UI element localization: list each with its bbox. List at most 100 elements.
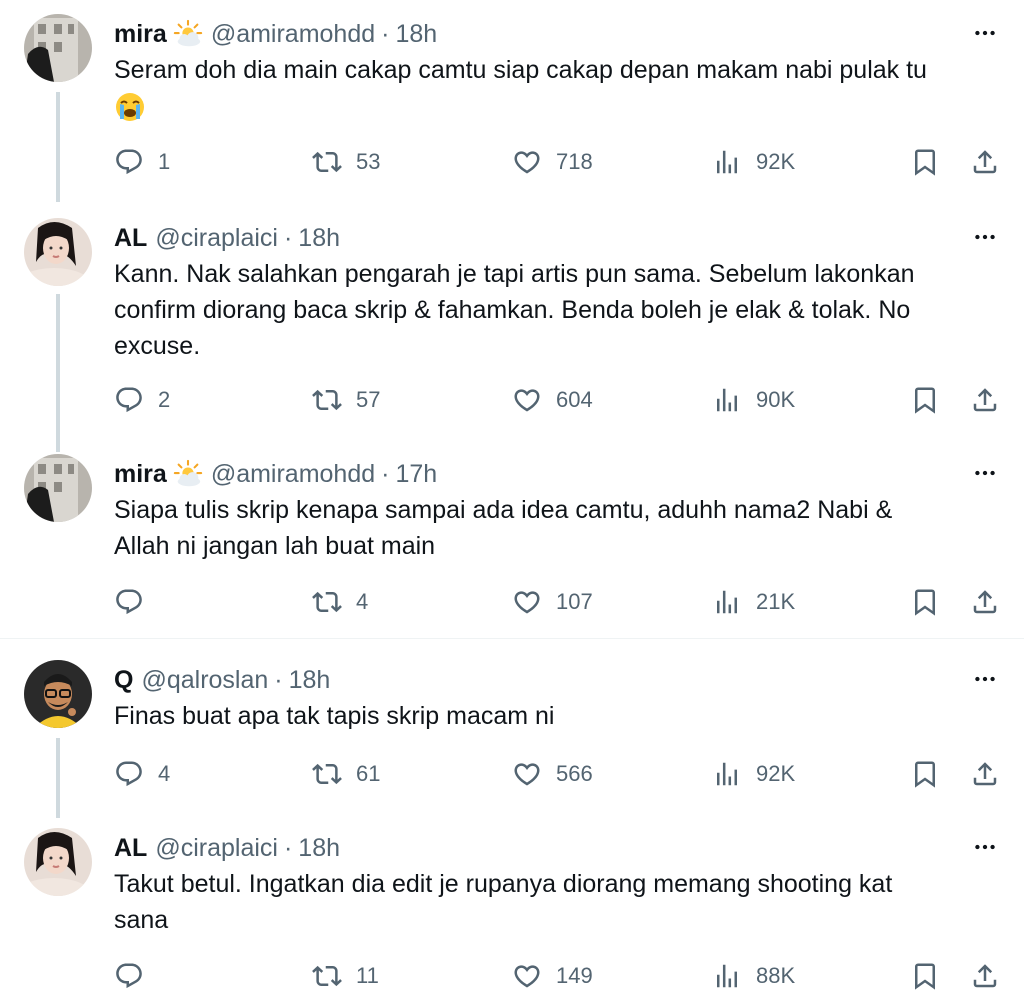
reply-icon bbox=[114, 587, 144, 617]
retweet-button[interactable]: 57 bbox=[312, 380, 380, 420]
views-icon bbox=[712, 759, 742, 789]
retweet-icon bbox=[312, 147, 342, 177]
retweet-count: 61 bbox=[356, 761, 381, 786]
retweet-count: 57 bbox=[356, 387, 381, 412]
views-count: 21K bbox=[756, 589, 796, 614]
tweet-text: Kann. Nak salahkan pengarah je tapi arti… bbox=[114, 256, 994, 364]
more-icon[interactable] bbox=[970, 664, 1000, 694]
display-name[interactable]: mira bbox=[114, 460, 167, 489]
user-handle[interactable]: @ciraplaici bbox=[155, 834, 278, 863]
bookmark-icon bbox=[910, 587, 940, 617]
reply-button[interactable] bbox=[114, 582, 158, 622]
reply-button[interactable]: 2 bbox=[114, 380, 170, 420]
like-button[interactable]: 718 bbox=[512, 142, 593, 182]
tweet-actions: 2 57 604 90K bbox=[114, 380, 1000, 420]
bookmark-button[interactable] bbox=[910, 380, 940, 420]
thread-line bbox=[56, 92, 60, 202]
reply-count: 1 bbox=[158, 149, 171, 174]
timestamp[interactable]: 18h bbox=[298, 224, 340, 253]
reply-button[interactable] bbox=[114, 956, 158, 996]
reply-button[interactable]: 1 bbox=[114, 142, 170, 182]
share-button[interactable] bbox=[970, 142, 1000, 182]
share-button[interactable] bbox=[970, 582, 1000, 622]
like-count: 604 bbox=[556, 387, 593, 412]
bookmark-icon bbox=[910, 385, 940, 415]
share-icon bbox=[970, 961, 1000, 991]
views-button[interactable]: 92K bbox=[712, 142, 795, 182]
tweet-actions: 11 149 88K bbox=[114, 956, 1000, 996]
separator-dot: · bbox=[381, 19, 390, 48]
like-count: 149 bbox=[556, 963, 593, 988]
retweet-icon bbox=[312, 385, 342, 415]
like-button[interactable]: 107 bbox=[512, 582, 593, 622]
display-name[interactable]: AL bbox=[114, 224, 147, 253]
bookmark-button[interactable] bbox=[910, 956, 940, 996]
share-button[interactable] bbox=[970, 380, 1000, 420]
display-name[interactable]: AL bbox=[114, 834, 147, 863]
bookmark-button[interactable] bbox=[910, 754, 940, 794]
user-handle[interactable]: @amiramohdd bbox=[211, 460, 375, 489]
tweet-text: Finas buat apa tak tapis skrip macam ni bbox=[114, 698, 994, 734]
reply-icon bbox=[114, 147, 144, 177]
retweet-button[interactable]: 61 bbox=[312, 754, 380, 794]
views-count: 92K bbox=[756, 761, 796, 786]
like-button[interactable]: 149 bbox=[512, 956, 593, 996]
views-button[interactable]: 88K bbox=[712, 956, 795, 996]
user-handle[interactable]: @ciraplaici bbox=[155, 224, 278, 253]
reply-icon bbox=[114, 385, 144, 415]
display-name[interactable]: Q bbox=[114, 666, 133, 695]
avatar[interactable] bbox=[24, 828, 92, 896]
reply-icon bbox=[114, 759, 144, 789]
avatar[interactable] bbox=[24, 14, 92, 82]
timestamp[interactable]: 18h bbox=[289, 666, 331, 695]
user-handle[interactable]: @amiramohdd bbox=[211, 20, 375, 49]
timestamp[interactable]: 18h bbox=[395, 20, 437, 49]
reply-count: 4 bbox=[158, 761, 171, 786]
retweet-button[interactable]: 53 bbox=[312, 142, 380, 182]
bookmark-button[interactable] bbox=[910, 582, 940, 622]
views-button[interactable]: 92K bbox=[712, 754, 795, 794]
views-button[interactable]: 21K bbox=[712, 582, 795, 622]
crying-face-icon bbox=[114, 91, 146, 123]
bookmark-button[interactable] bbox=[910, 142, 940, 182]
tweet-actions: 4 107 21K bbox=[114, 582, 1000, 622]
share-icon bbox=[970, 385, 1000, 415]
like-icon bbox=[512, 587, 542, 617]
tweet-header: Q @qalroslan · 18h bbox=[114, 660, 330, 700]
more-icon[interactable] bbox=[970, 458, 1000, 488]
views-icon bbox=[712, 385, 742, 415]
views-count: 92K bbox=[756, 149, 796, 174]
views-button[interactable]: 90K bbox=[712, 380, 795, 420]
more-icon[interactable] bbox=[970, 222, 1000, 252]
like-button[interactable]: 566 bbox=[512, 754, 593, 794]
display-name[interactable]: mira bbox=[114, 20, 167, 49]
reply-button[interactable]: 4 bbox=[114, 754, 170, 794]
avatar[interactable] bbox=[24, 218, 92, 286]
retweet-button[interactable]: 4 bbox=[312, 582, 368, 622]
share-icon bbox=[970, 759, 1000, 789]
retweet-button[interactable]: 11 bbox=[312, 956, 379, 996]
more-icon[interactable] bbox=[970, 18, 1000, 48]
timestamp[interactable]: 18h bbox=[298, 834, 340, 863]
sun-behind-cloud-icon bbox=[173, 19, 203, 49]
tweet-header: AL @ciraplaici · 18h bbox=[114, 218, 340, 258]
avatar[interactable] bbox=[24, 454, 92, 522]
like-count: 718 bbox=[556, 149, 593, 174]
share-button[interactable] bbox=[970, 956, 1000, 996]
share-button[interactable] bbox=[970, 754, 1000, 794]
thread-line bbox=[56, 294, 60, 452]
avatar[interactable] bbox=[24, 660, 92, 728]
like-button[interactable]: 604 bbox=[512, 380, 593, 420]
more-icon[interactable] bbox=[970, 832, 1000, 862]
tweet-header: mira @amiramohdd · 18h bbox=[114, 14, 437, 54]
tweet-text-content: Siapa tulis skrip kenapa sampai ada idea… bbox=[114, 496, 893, 560]
timestamp[interactable]: 17h bbox=[395, 460, 437, 489]
views-icon bbox=[712, 587, 742, 617]
tweet-actions: 4 61 566 92K bbox=[114, 754, 1000, 794]
user-handle[interactable]: @qalroslan bbox=[141, 666, 268, 695]
views-icon bbox=[712, 147, 742, 177]
tweet-text-content: Seram doh dia main cakap camtu siap caka… bbox=[114, 56, 927, 84]
tweet-text: Seram doh dia main cakap camtu siap caka… bbox=[114, 52, 994, 124]
like-count: 566 bbox=[556, 761, 593, 786]
bookmark-icon bbox=[910, 759, 940, 789]
